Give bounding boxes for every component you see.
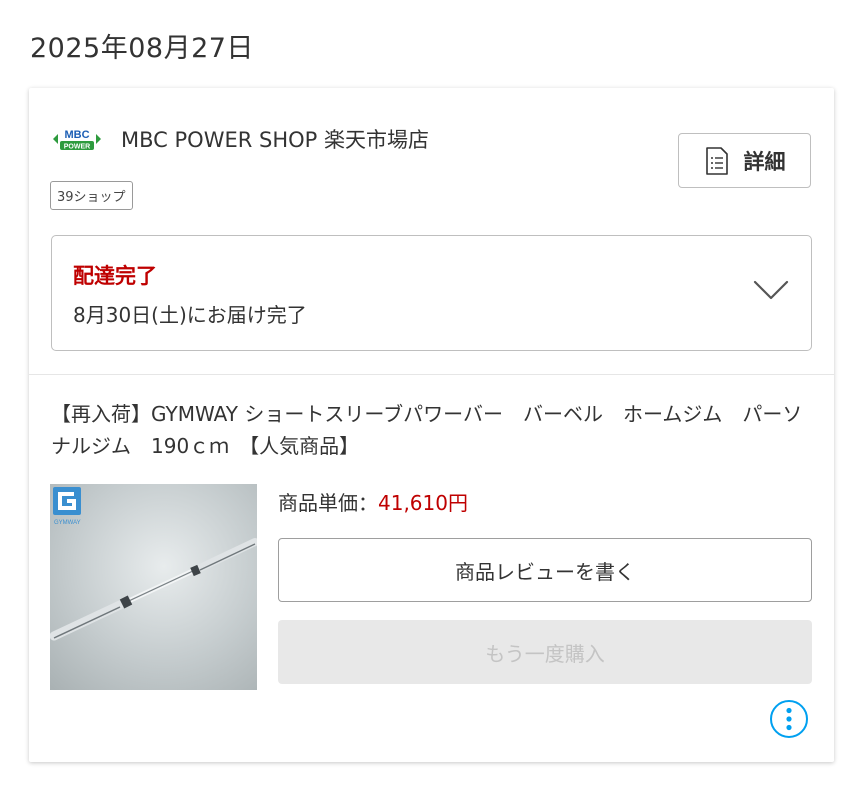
shop-name[interactable]: MBC POWER SHOP 楽天市場店	[121, 124, 429, 154]
write-review-button[interactable]: 商品レビューを書く	[278, 538, 812, 602]
more-vertical-icon[interactable]	[769, 699, 809, 739]
buy-again-button[interactable]: もう一度購入	[278, 620, 812, 684]
detail-button[interactable]: 詳細	[678, 133, 811, 188]
price-label: 商品単価：	[278, 491, 378, 515]
delivery-status: 配達完了	[73, 264, 157, 288]
price-value: 41,610円	[378, 491, 468, 515]
detail-button-label: 詳細	[743, 149, 786, 174]
product-image[interactable]: GYMWAY	[50, 484, 257, 690]
barbell-image: GYMWAY	[50, 487, 257, 641]
document-icon	[705, 146, 728, 175]
divider	[29, 374, 834, 375]
image-logo-text: GYMWAY	[54, 520, 81, 526]
shop-logo-text-top: MBC	[64, 129, 89, 141]
order-date: 2025年08月27日	[30, 33, 254, 64]
shop-logo: MBC POWER	[53, 129, 101, 151]
order-card: MBC POWER MBC POWER SHOP 楽天市場店 39ショップ 詳細…	[29, 88, 834, 762]
delivery-detail: 8月30日(土)にお届け完了	[73, 303, 307, 327]
shop-badge: 39ショップ	[50, 181, 133, 210]
delivery-status-accordion[interactable]: 配達完了 8月30日(土)にお届け完了	[51, 235, 812, 351]
shop-header: MBC POWER MBC POWER SHOP 楽天市場店	[51, 124, 429, 154]
product-title[interactable]: 【再入荷】GYMWAY ショートスリーブパワーバー バーベル ホームジム パーソ…	[51, 398, 811, 462]
price-row: 商品単価：41,610円	[278, 487, 468, 516]
chevron-down-icon	[753, 280, 789, 300]
shop-logo-text-bottom: POWER	[64, 144, 90, 151]
